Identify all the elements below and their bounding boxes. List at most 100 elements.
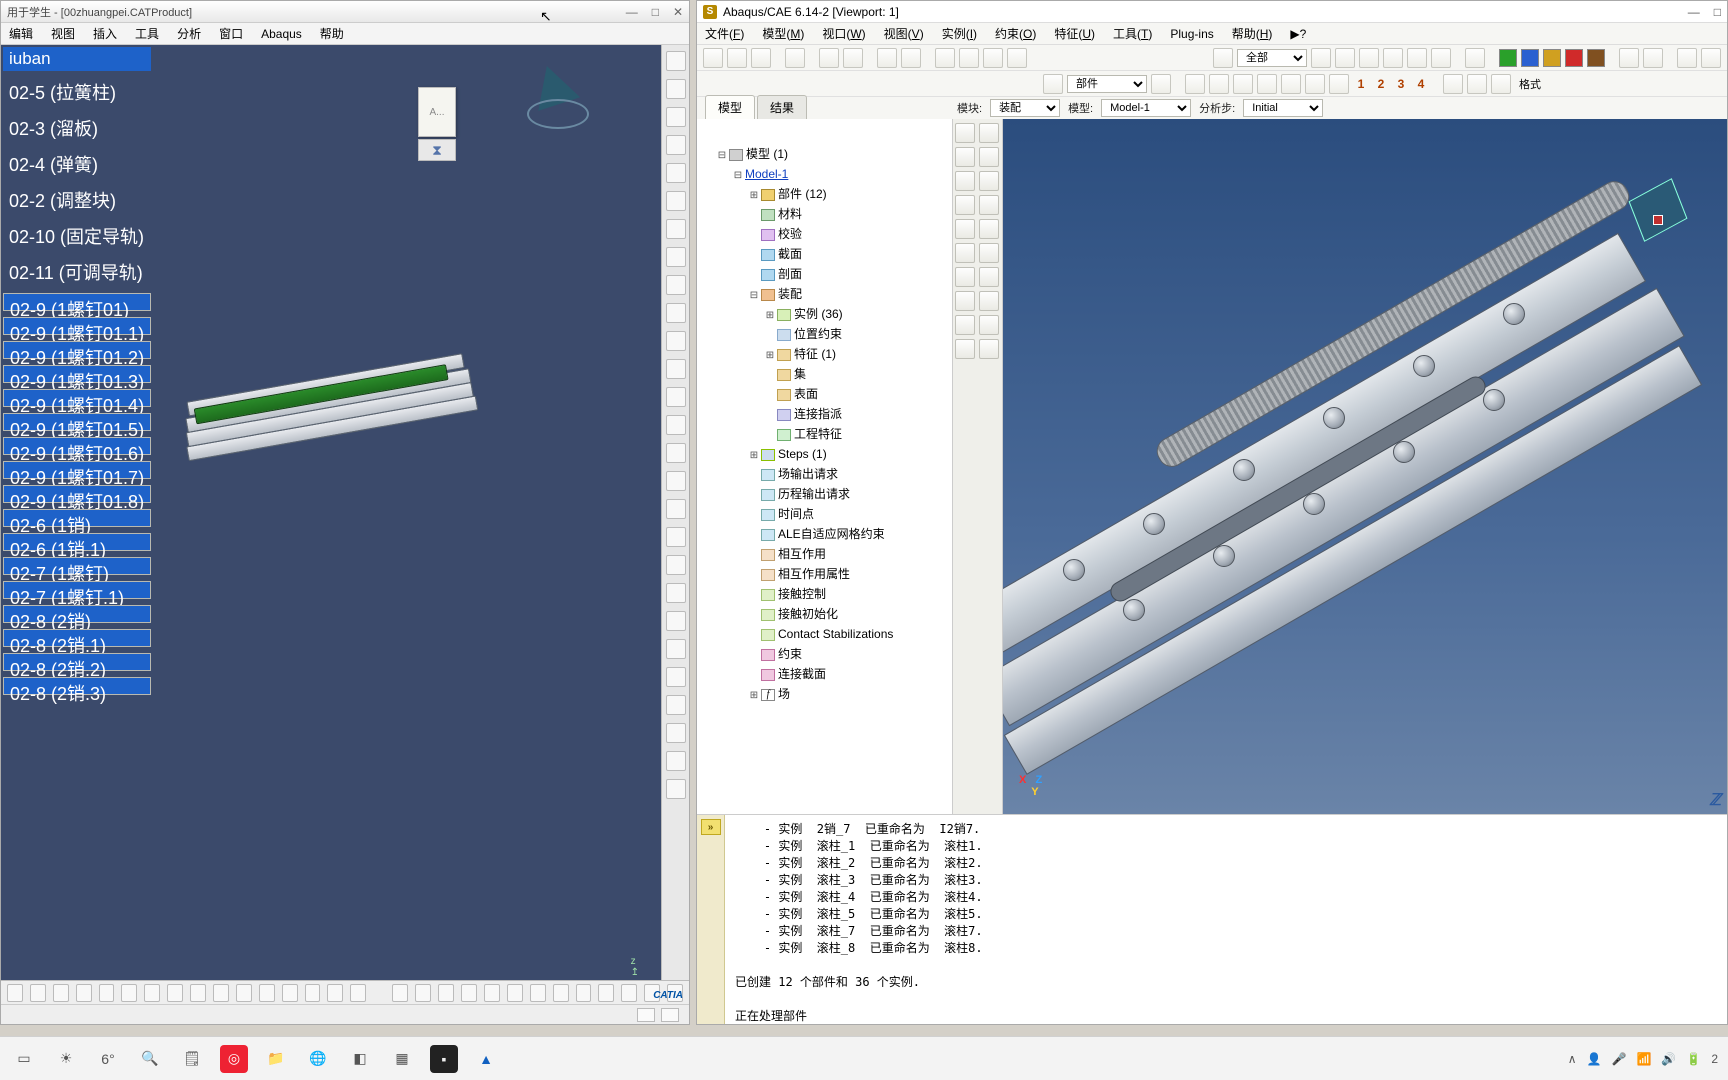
compass-icon[interactable] bbox=[521, 55, 601, 135]
zoomwin-icon[interactable] bbox=[959, 48, 979, 68]
tree-section[interactable]: 截面 bbox=[778, 247, 802, 261]
tool-btn[interactable] bbox=[305, 984, 321, 1002]
tool-btn[interactable] bbox=[666, 247, 686, 267]
tool-btn[interactable] bbox=[666, 555, 686, 575]
tool-btn[interactable] bbox=[666, 275, 686, 295]
tray-icon[interactable]: 👤 bbox=[1587, 1052, 1602, 1066]
tree-model-1[interactable]: Model-1 bbox=[745, 167, 788, 181]
tool-btn[interactable] bbox=[666, 191, 686, 211]
tree-assembly[interactable]: 装配 bbox=[778, 287, 802, 301]
taskview-icon[interactable]: ▭ bbox=[10, 1045, 38, 1073]
zoom-icon[interactable] bbox=[935, 48, 955, 68]
app-icon-red[interactable]: ◎ bbox=[220, 1045, 248, 1073]
toolbox-btn[interactable] bbox=[955, 243, 975, 263]
cycle-icon[interactable] bbox=[1007, 48, 1027, 68]
cube-icon[interactable] bbox=[1443, 74, 1463, 94]
tool-btn[interactable] bbox=[7, 984, 23, 1002]
menu-item[interactable]: Plug-ins bbox=[1170, 27, 1213, 41]
pin-icon[interactable]: ⧗ bbox=[418, 139, 456, 161]
toolbox-btn[interactable] bbox=[979, 219, 999, 239]
tab-model[interactable]: 模型 bbox=[705, 95, 755, 119]
toolbox-btn[interactable] bbox=[979, 267, 999, 287]
search-icon[interactable]: 🔍 bbox=[136, 1045, 164, 1073]
tool-btn[interactable] bbox=[666, 51, 686, 71]
tool-btn[interactable] bbox=[415, 984, 431, 1002]
tree-contactctrl[interactable]: 接触控制 bbox=[778, 587, 826, 601]
tree-contactstab[interactable]: Contact Stabilizations bbox=[778, 627, 893, 641]
tree-node[interactable]: 02-7 (1螺钉.1) bbox=[3, 581, 151, 599]
persp2-icon[interactable] bbox=[1643, 48, 1663, 68]
print-icon[interactable] bbox=[785, 48, 805, 68]
menu-insert[interactable]: 插入 bbox=[93, 25, 117, 42]
filter5-icon[interactable] bbox=[1407, 48, 1427, 68]
csys-icon[interactable] bbox=[1305, 74, 1325, 94]
tool-btn[interactable] bbox=[666, 331, 686, 351]
tool-btn[interactable] bbox=[621, 984, 637, 1002]
edge-icon[interactable]: 🌐 bbox=[304, 1045, 332, 1073]
selection-scope-select[interactable]: 全部 bbox=[1237, 49, 1307, 67]
csys-icon[interactable] bbox=[1257, 74, 1277, 94]
toolbox-btn[interactable] bbox=[955, 171, 975, 191]
tool-btn[interactable] bbox=[666, 303, 686, 323]
tool-btn[interactable] bbox=[666, 387, 686, 407]
menu-item[interactable]: 工具(T) bbox=[1113, 25, 1152, 42]
menu-item[interactable]: 帮助(H) bbox=[1232, 25, 1273, 42]
tree-contactinit[interactable]: 接触初始化 bbox=[778, 607, 838, 621]
tool-btn[interactable] bbox=[461, 984, 477, 1002]
csys-icon[interactable] bbox=[1209, 74, 1229, 94]
tool-btn[interactable] bbox=[666, 443, 686, 463]
minimize-button[interactable]: — bbox=[1688, 5, 1700, 19]
save-icon[interactable] bbox=[751, 48, 771, 68]
tool-btn[interactable] bbox=[76, 984, 92, 1002]
cube-icon[interactable] bbox=[1491, 74, 1511, 94]
csys-icon[interactable] bbox=[1233, 74, 1253, 94]
app-icon[interactable]: ▦ bbox=[388, 1045, 416, 1073]
tool-btn[interactable] bbox=[350, 984, 366, 1002]
view-3[interactable]: 3 bbox=[1393, 75, 1409, 93]
minimize-button[interactable]: — bbox=[626, 5, 638, 19]
tool-btn[interactable] bbox=[666, 219, 686, 239]
view-2[interactable]: 2 bbox=[1373, 75, 1389, 93]
model-tree[interactable]: ⊟模型 (1) ⊟Model-1 ⊞部件 (12) 材料 校验 截面 剖面 ⊟装… bbox=[697, 119, 953, 814]
persp-icon[interactable] bbox=[1619, 48, 1639, 68]
tree-connsurf[interactable]: 连接截面 bbox=[778, 667, 826, 681]
tree-node[interactable]: 02-8 (2销.3) bbox=[3, 677, 151, 695]
menu-item[interactable]: 约束(O) bbox=[995, 25, 1036, 42]
tree-node[interactable]: 02-6 (1销) bbox=[3, 509, 151, 527]
tree-field[interactable]: 场 bbox=[778, 687, 790, 701]
toolbox-btn[interactable] bbox=[955, 147, 975, 167]
filter4-icon[interactable] bbox=[1383, 48, 1403, 68]
tool-btn[interactable] bbox=[666, 163, 686, 183]
menu-item[interactable]: 特征(U) bbox=[1054, 25, 1095, 42]
menu-item[interactable]: 视图(V) bbox=[884, 25, 924, 42]
filter3-icon[interactable] bbox=[1359, 48, 1379, 68]
tree-models[interactable]: 模型 (1) bbox=[746, 147, 788, 161]
tool-btn[interactable] bbox=[30, 984, 46, 1002]
menu-tools[interactable]: 工具 bbox=[135, 25, 159, 42]
tool-btn[interactable] bbox=[666, 135, 686, 155]
tool-btn[interactable] bbox=[530, 984, 546, 1002]
tree-node[interactable]: 02-9 (1螺钉01.8) bbox=[3, 485, 151, 503]
tool-btn[interactable] bbox=[190, 984, 206, 1002]
tree-node[interactable]: 02-10 (固定导轨) bbox=[3, 221, 151, 251]
toolbox-btn[interactable] bbox=[955, 267, 975, 287]
menu-window[interactable]: 窗口 bbox=[219, 25, 243, 42]
tool-btn[interactable] bbox=[553, 984, 569, 1002]
tool-btn[interactable] bbox=[666, 583, 686, 603]
rotate-icon[interactable] bbox=[901, 48, 921, 68]
color-swatch[interactable] bbox=[1499, 49, 1517, 67]
tool-btn[interactable] bbox=[259, 984, 275, 1002]
maximize-button[interactable]: □ bbox=[1714, 5, 1721, 19]
menu-item[interactable]: ▶? bbox=[1290, 27, 1306, 41]
module-select[interactable]: 装配 bbox=[990, 99, 1060, 117]
tool-btn[interactable] bbox=[121, 984, 137, 1002]
tool-btn[interactable] bbox=[666, 107, 686, 127]
tree-timepoint[interactable]: 时间点 bbox=[778, 507, 814, 521]
tree-root[interactable]: iuban bbox=[3, 47, 151, 71]
menu-item[interactable]: 模型(M) bbox=[762, 25, 804, 42]
color-swatch[interactable] bbox=[1543, 49, 1561, 67]
toolbox-btn[interactable] bbox=[979, 123, 999, 143]
tree-node[interactable]: 02-9 (1螺钉01.1) bbox=[3, 317, 151, 335]
weather-icon[interactable]: ☀ bbox=[52, 1045, 80, 1073]
message-text[interactable]: - 实例 2销_7 已重命名为 I2销7. - 实例 滚柱_1 已重命名为 滚柱… bbox=[725, 815, 1727, 1024]
